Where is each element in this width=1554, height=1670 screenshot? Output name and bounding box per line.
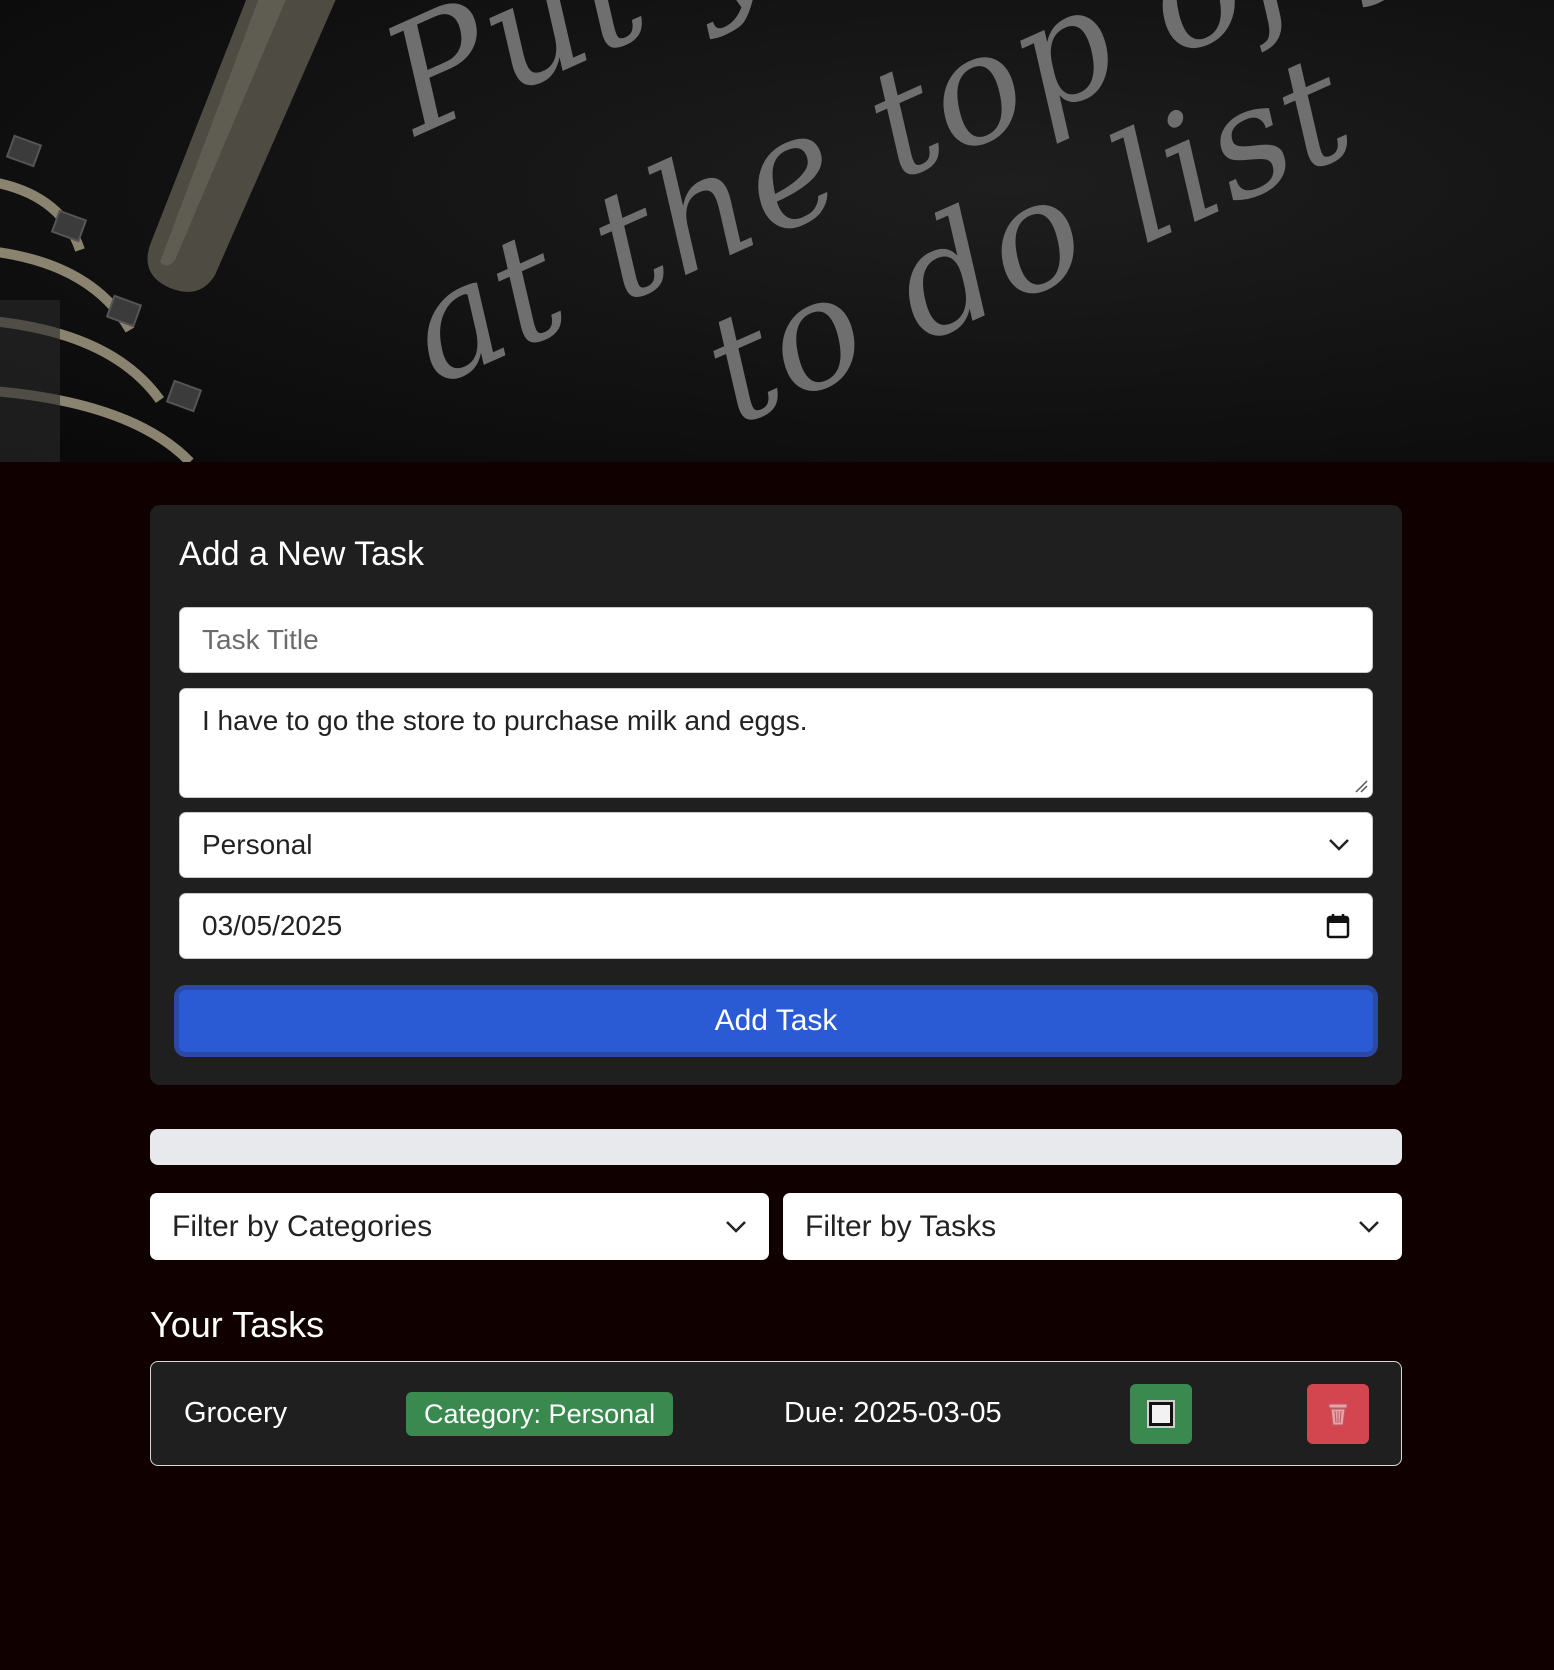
hero-banner: Put your at the top of your to do list <box>0 0 1554 462</box>
pen-illustration <box>147 0 336 292</box>
your-tasks-heading: Your Tasks <box>150 1304 325 1345</box>
task-title: Grocery <box>184 1397 288 1429</box>
calendar-icon[interactable] <box>1326 913 1350 939</box>
add-task-heading: Add a New Task <box>179 535 425 573</box>
checkbox-icon <box>1149 1402 1173 1426</box>
filter-categories-select[interactable]: Filter by Categories <box>150 1193 769 1260</box>
delete-task-button[interactable] <box>1307 1384 1369 1444</box>
category-select[interactable]: Personal <box>179 812 1373 878</box>
chevron-down-icon <box>1329 839 1349 851</box>
complete-task-button[interactable] <box>1130 1384 1192 1444</box>
trash-icon <box>1328 1403 1348 1426</box>
filter-tasks-label: Filter by Tasks <box>805 1209 997 1243</box>
task-title-input[interactable]: Task Title <box>179 607 1373 673</box>
chevron-down-icon <box>1359 1220 1379 1233</box>
task-row: Grocery Category: Personal Due: 2025-03-… <box>150 1361 1402 1466</box>
task-progress-bar <box>150 1129 1402 1165</box>
task-description-text: I have to go the store to purchase milk … <box>202 705 808 736</box>
due-date-value: 03/05/2025 <box>202 910 343 941</box>
filter-tasks-select[interactable]: Filter by Tasks <box>783 1193 1402 1260</box>
resize-grip-icon[interactable] <box>1354 779 1368 793</box>
task-due-date: Due: 2025-03-05 <box>784 1397 1002 1429</box>
add-task-card: Add a New Task Task Title I have to go t… <box>150 505 1402 1085</box>
category-select-value: Personal <box>202 829 313 860</box>
due-date-input[interactable]: 03/05/2025 <box>179 893 1373 959</box>
filter-categories-label: Filter by Categories <box>172 1209 433 1243</box>
task-description-textarea[interactable]: I have to go the store to purchase milk … <box>179 688 1373 798</box>
chevron-down-icon <box>726 1220 746 1233</box>
task-category-badge: Category: Personal <box>406 1392 674 1436</box>
add-task-button[interactable]: Add Task <box>174 985 1378 1057</box>
